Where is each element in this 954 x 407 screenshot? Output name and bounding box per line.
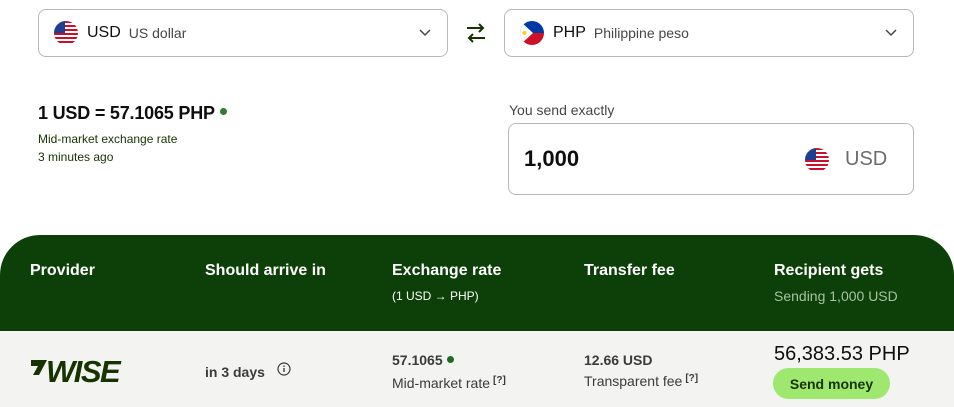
send-currency-code: USD bbox=[845, 148, 888, 170]
header-transfer-fee: Transfer fee bbox=[584, 262, 675, 279]
from-currency-code: USD bbox=[87, 24, 121, 41]
row-rate-note-text: Mid-market rate bbox=[392, 375, 491, 391]
live-indicator-icon bbox=[446, 355, 454, 363]
us-flag-icon bbox=[805, 148, 829, 172]
to-currency-name: Philippine peso bbox=[593, 25, 689, 41]
send-amount-label: You send exactly bbox=[509, 102, 615, 118]
us-flag-icon bbox=[54, 21, 78, 45]
header-exchange-rate-sub: (1 USD → PHP) bbox=[392, 289, 479, 303]
chevron-down-icon bbox=[419, 29, 431, 37]
row-fee-note-text: Transparent fee bbox=[584, 373, 683, 389]
send-money-button[interactable]: Send money bbox=[773, 368, 890, 399]
chevron-down-icon bbox=[885, 29, 897, 37]
rate-help-link[interactable]: [?] bbox=[493, 375, 506, 386]
to-currency-code: PHP bbox=[553, 24, 586, 41]
live-indicator-icon bbox=[219, 107, 227, 115]
header-recipient-gets-sub: Sending 1,000 USD bbox=[774, 288, 898, 304]
header-exchange-rate: Exchange rate bbox=[392, 262, 502, 279]
row-fee-note: Transparent fee [?] bbox=[584, 373, 698, 389]
from-currency-name: US dollar bbox=[128, 25, 187, 41]
ph-flag-icon bbox=[520, 21, 544, 45]
recipient-gets-amount: 56,383.53 PHP bbox=[774, 343, 910, 365]
table-row: WISE in 3 days 57.1065 Mid-market rate [?… bbox=[0, 331, 954, 407]
info-icon[interactable] bbox=[277, 362, 291, 376]
exchange-rate-label: Mid-market exchange rate bbox=[38, 132, 178, 146]
send-amount-box: USD bbox=[508, 123, 914, 195]
send-amount-input[interactable] bbox=[524, 146, 744, 172]
wise-logo: WISE bbox=[30, 354, 142, 390]
to-currency-select[interactable]: PHP Philippine peso bbox=[504, 9, 914, 57]
swap-currencies-icon[interactable] bbox=[462, 18, 490, 48]
header-provider: Provider bbox=[30, 262, 95, 279]
provider-name: WISE bbox=[46, 355, 122, 385]
exchange-rate-text: 1 USD = 57.1065 PHP bbox=[38, 103, 215, 123]
row-exchange-rate-value: 57.1065 bbox=[392, 352, 443, 368]
exchange-rate-summary: 1 USD = 57.1065 PHP bbox=[38, 103, 227, 124]
row-exchange-rate: 57.1065 bbox=[392, 352, 454, 368]
row-transfer-fee: 12.66 USD bbox=[584, 352, 653, 368]
rate-updated-time: 3 minutes ago bbox=[38, 150, 114, 164]
from-currency-select[interactable]: USD US dollar bbox=[38, 9, 448, 57]
fee-help-link[interactable]: [?] bbox=[685, 373, 698, 384]
header-arrive: Should arrive in bbox=[205, 262, 326, 279]
row-rate-note: Mid-market rate [?] bbox=[392, 375, 506, 391]
arrival-time: in 3 days bbox=[205, 364, 265, 380]
header-recipient-gets: Recipient gets bbox=[774, 262, 884, 279]
